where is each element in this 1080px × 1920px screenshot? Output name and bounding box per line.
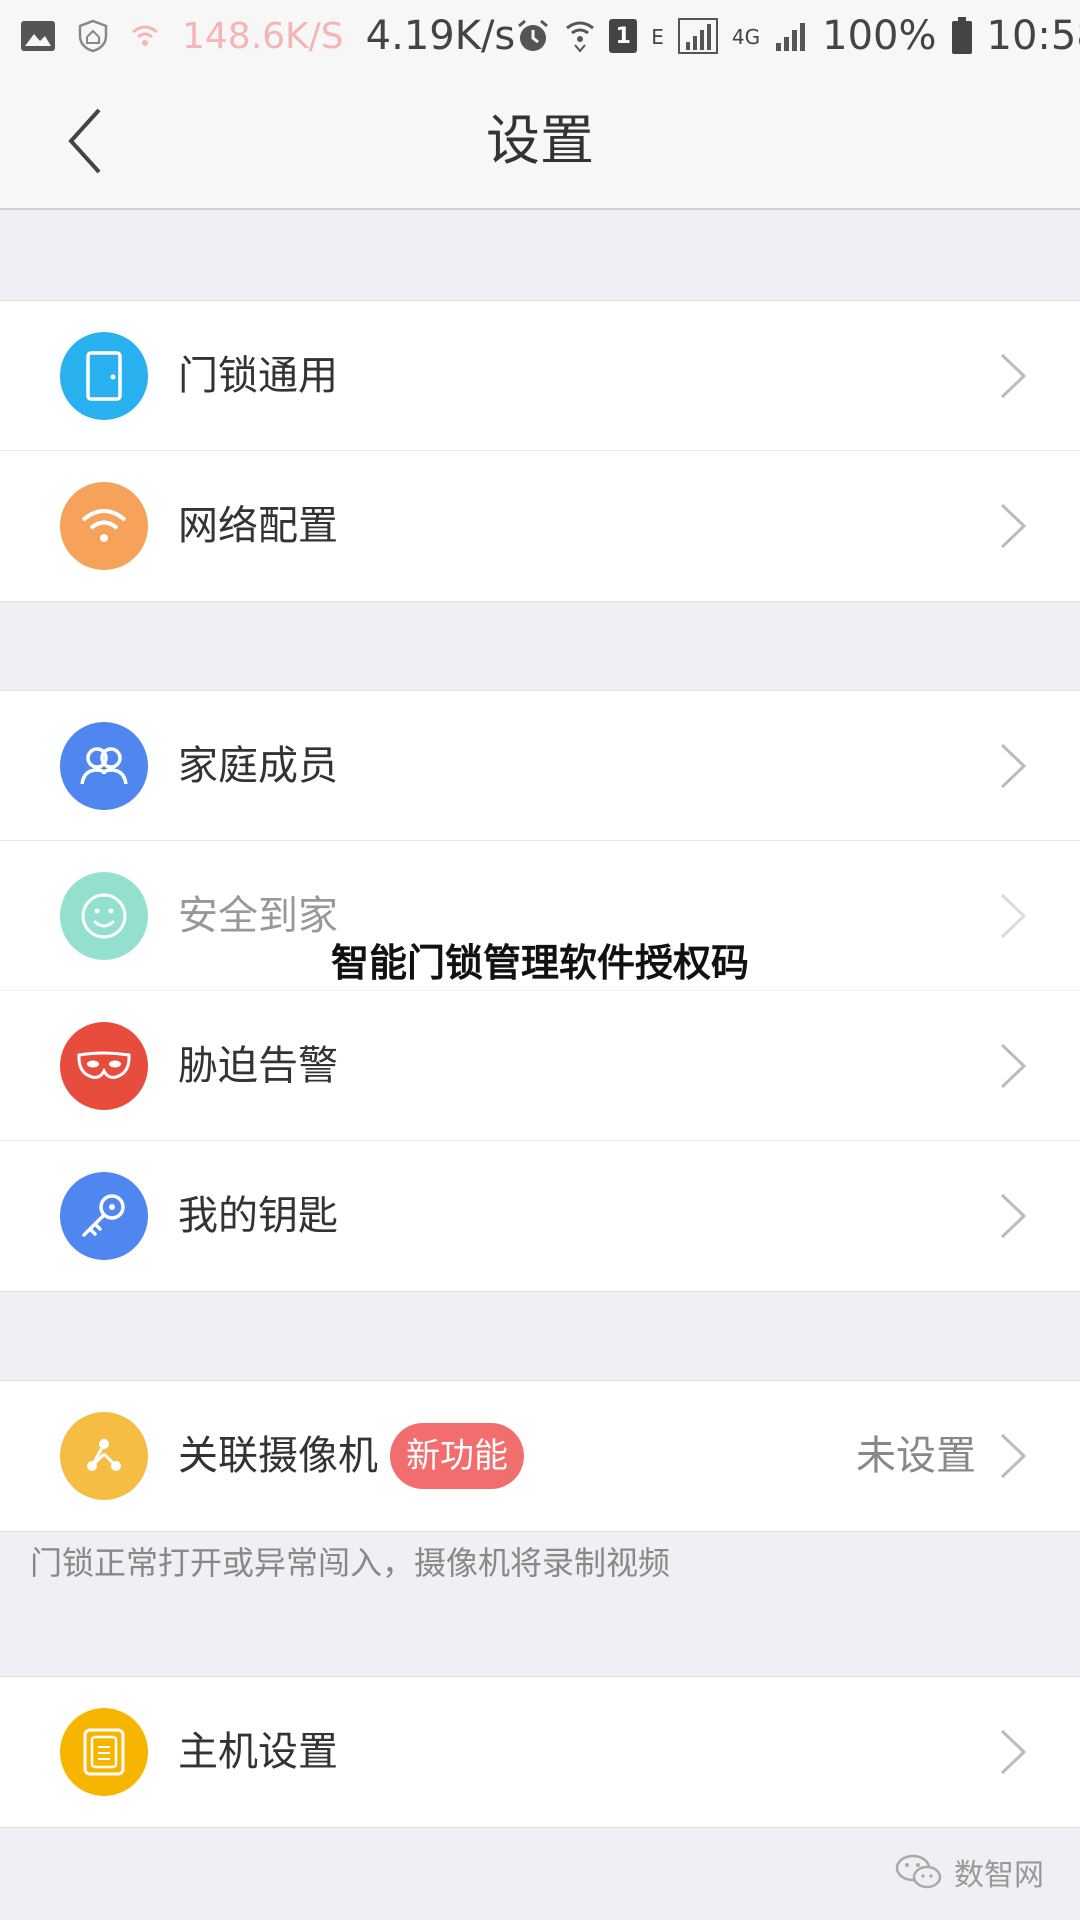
row-hub-settings[interactable]: 主机设置 <box>0 1677 1080 1827</box>
row-value: 未设置 <box>856 1433 976 1479</box>
row-label: 网络配置 <box>178 503 338 549</box>
page-title: 设置 <box>486 109 594 172</box>
watermark: 数智网 <box>894 1850 1044 1894</box>
alarm-icon <box>515 18 551 54</box>
row-family-members[interactable]: 家庭成员 <box>0 691 1080 841</box>
row-my-keys[interactable]: 我的钥匙 <box>0 1141 1080 1291</box>
chevron-right-icon <box>1000 743 1027 789</box>
wifi-faint-icon <box>130 22 160 50</box>
signal-box-icon <box>677 18 718 54</box>
clock: 10:58 <box>986 13 1080 59</box>
row-door-lock-general[interactable]: 门锁通用 <box>0 301 1080 451</box>
status-bar: 148.6K/S 4.19K/s 1 E 4G 100% 10:58 <box>0 0 1080 72</box>
nav-bar: 设置 <box>0 72 1080 210</box>
wifi-icon <box>60 482 148 570</box>
watermark-text: 数智网 <box>954 1858 1044 1893</box>
battery-percent: 100% <box>822 13 937 59</box>
key-icon <box>60 1172 148 1260</box>
share-icon <box>60 1412 148 1500</box>
chevron-right-icon <box>1000 503 1027 549</box>
chevron-right-icon <box>1000 1193 1027 1239</box>
row-duress-alarm[interactable]: 胁迫告警 <box>0 991 1080 1141</box>
chevron-right-icon <box>1000 353 1027 399</box>
row-network-config[interactable]: 网络配置 <box>0 451 1080 601</box>
mask-icon <box>60 1022 148 1110</box>
overlay-title: 智能门锁管理软件授权码 <box>330 941 749 985</box>
wifi-icon <box>565 19 595 53</box>
speed-faint: 148.6K/S <box>182 15 344 57</box>
row-label: 关联摄像机 <box>178 1433 378 1479</box>
settings-group-camera: 关联摄像机 新功能 未设置 <box>0 1380 1080 1532</box>
row-label: 主机设置 <box>178 1729 338 1775</box>
users-icon <box>60 722 148 810</box>
row-label: 我的钥匙 <box>178 1193 338 1239</box>
chevron-right-icon <box>1000 1433 1027 1479</box>
network-4g: 4G <box>731 25 761 49</box>
row-linked-camera[interactable]: 关联摄像机 新功能 未设置 <box>0 1381 1080 1531</box>
chevron-right-icon <box>1000 1043 1027 1089</box>
gallery-icon <box>20 20 56 52</box>
settings-group-general: 门锁通用 网络配置 <box>0 300 1080 602</box>
row-label: 家庭成员 <box>178 743 338 789</box>
network-e: E <box>651 25 664 49</box>
signal-icon <box>774 19 808 53</box>
sim-slot: 1 <box>615 23 631 49</box>
row-label: 门锁通用 <box>178 353 338 399</box>
battery-icon <box>951 17 973 55</box>
hub-icon <box>60 1708 148 1796</box>
shield-home-icon <box>78 19 108 53</box>
wechat-icon <box>895 1854 942 1889</box>
settings-group-hub: 主机设置 <box>0 1676 1080 1828</box>
sim-icon: 1 <box>609 19 638 53</box>
camera-hint-text: 门锁正常打开或异常闯入，摄像机将录制视频 <box>30 1544 671 1582</box>
network-speed: 4.19K/s <box>365 13 516 59</box>
door-icon <box>60 332 148 420</box>
chevron-right-icon <box>1000 1729 1027 1775</box>
new-feature-badge: 新功能 <box>390 1423 524 1489</box>
settings-group-family: 家庭成员 安全到家 胁迫告警 我的钥匙 <box>0 690 1080 1292</box>
row-label: 胁迫告警 <box>178 1043 338 1089</box>
